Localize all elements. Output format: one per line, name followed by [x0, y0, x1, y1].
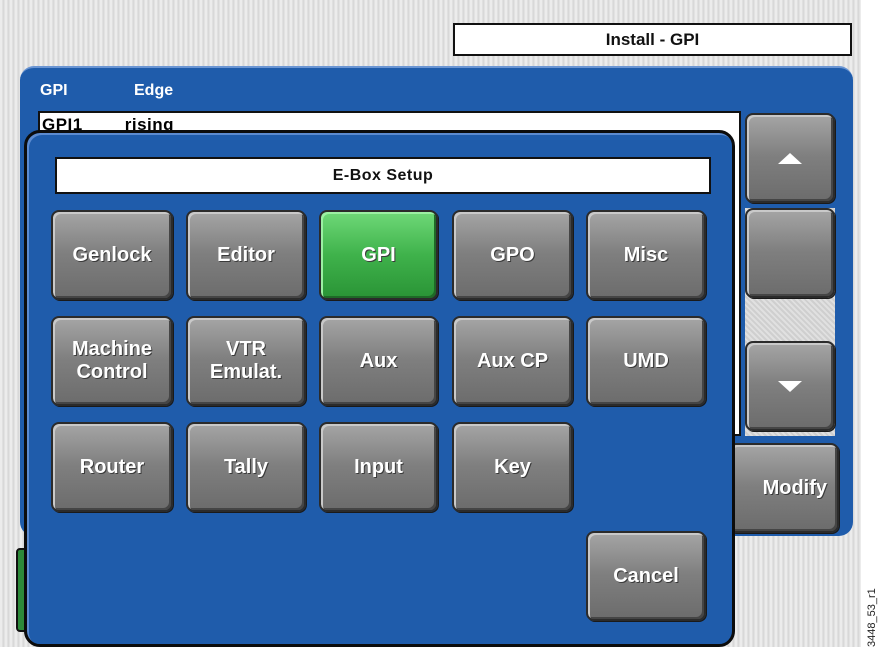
- column-header-edge: Edge: [134, 82, 174, 99]
- dialog-title: E-Box Setup: [55, 157, 711, 194]
- router-button[interactable]: Router: [51, 422, 173, 512]
- column-header-gpi: GPI: [40, 82, 68, 99]
- aux-cp-button[interactable]: Aux CP: [452, 316, 573, 406]
- scroll-down-button[interactable]: [745, 341, 835, 431]
- scroll-thumb[interactable]: [745, 208, 835, 298]
- cancel-button[interactable]: Cancel: [586, 531, 706, 621]
- machine-control-button[interactable]: Machine Control: [51, 316, 173, 406]
- genlock-button[interactable]: Genlock: [51, 210, 173, 300]
- arrow-up-icon: [778, 152, 802, 164]
- scroll-up-button[interactable]: [745, 113, 835, 203]
- gpi-button[interactable]: GPI: [319, 210, 438, 300]
- gpo-button[interactable]: GPO: [452, 210, 573, 300]
- input-button[interactable]: Input: [319, 422, 438, 512]
- umd-button[interactable]: UMD: [586, 316, 706, 406]
- aux-button[interactable]: Aux: [319, 316, 438, 406]
- modify-button[interactable]: Modify: [728, 443, 839, 533]
- editor-button[interactable]: Editor: [186, 210, 306, 300]
- vtr-emulation-button[interactable]: VTR Emulat.: [186, 316, 306, 406]
- screen: Install - GPI GPI Edge GPI1 rising Modify…: [0, 0, 861, 647]
- key-button[interactable]: Key: [452, 422, 573, 512]
- arrow-down-icon: [778, 380, 802, 392]
- misc-button[interactable]: Misc: [586, 210, 706, 300]
- figure-id: 3448_53_r1: [866, 588, 878, 647]
- page-title: Install - GPI: [453, 23, 852, 56]
- tally-button[interactable]: Tally: [186, 422, 306, 512]
